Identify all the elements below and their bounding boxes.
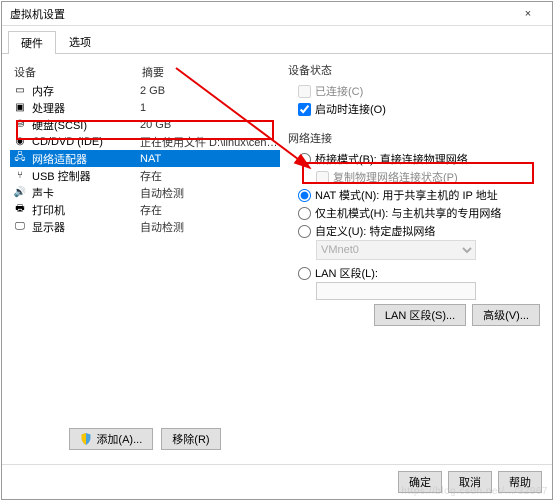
memory-icon: ▭ [12, 84, 28, 98]
device-row[interactable]: ⛁ 硬盘(SCSI)20 GB [10, 116, 280, 133]
device-list[interactable]: ▭ 内存2 GB ▣ 处理器1 ⛁ 硬盘(SCSI)20 GB ◉ CD/DVD (IDE)正… [10, 82, 280, 382]
device-label: 显示器 [32, 219, 140, 235]
close-button[interactable]: × [508, 4, 548, 24]
network-adv-buttons: LAN 区段(S)... 高级(V)... [288, 304, 544, 326]
lan-label: LAN 区段(L): [315, 265, 378, 281]
device-summary: 20 GB [140, 119, 278, 131]
device-label: CD/DVD (IDE) [32, 136, 140, 148]
nat-radio-row[interactable]: NAT 模式(N): 用于共享主机的 IP 地址 [288, 186, 544, 204]
device-label: 打印机 [32, 202, 140, 218]
add-button[interactable]: 添加(A)... [69, 428, 153, 450]
network-connection-group: 网络连接 桥接模式(B): 直接连接物理网络 复制物理网络连接状态(P) NAT… [288, 130, 544, 326]
window-title: 虚拟机设置 [10, 6, 65, 22]
lan-segment-input [316, 282, 476, 300]
display-icon: 🖵 [12, 220, 28, 234]
vmnet-select: VMnet0 [316, 240, 476, 260]
connected-checkbox-row: 已连接(C) [288, 82, 544, 100]
device-row[interactable]: ⑂ USB 控制器存在 [10, 167, 280, 184]
disk-icon: ⛁ [12, 118, 28, 132]
replicate-row: 复制物理网络连接状态(P) [306, 168, 544, 186]
connected-checkbox [298, 85, 311, 98]
printer-icon: 🖶 [12, 203, 28, 217]
bridged-radio[interactable] [298, 153, 311, 166]
connect-on-power-row[interactable]: 启动时连接(O) [288, 100, 544, 118]
tab-bar: 硬件 选项 [2, 26, 552, 54]
hostonly-radio[interactable] [298, 207, 311, 220]
device-label: 网络适配器 [32, 151, 140, 167]
lan-segment-button[interactable]: LAN 区段(S)... [374, 304, 466, 326]
replicate-label: 复制物理网络连接状态(P) [333, 169, 458, 185]
device-state-group: 设备状态 已连接(C) 启动时连接(O) [288, 62, 544, 118]
custom-radio-row[interactable]: 自定义(U): 特定虚拟网络 [288, 222, 544, 240]
connected-label: 已连接(C) [315, 83, 363, 99]
hardware-list-pane: 设备 摘要 ▭ 内存2 GB ▣ 处理器1 ⛁ 硬盘(SCSI)20 GB ◉ CD/DVD … [10, 62, 280, 456]
bridged-radio-row[interactable]: 桥接模式(B): 直接连接物理网络 [288, 150, 544, 168]
device-summary: 1 [140, 102, 278, 114]
device-summary: 自动检测 [140, 185, 278, 201]
add-button-label: 添加(A)... [96, 431, 142, 447]
replicate-checkbox [316, 171, 329, 184]
device-summary: NAT [140, 153, 278, 165]
network-icon: 🖧 [12, 152, 28, 166]
close-icon: × [525, 8, 531, 20]
column-device: 设备 [14, 64, 142, 80]
shield-icon [80, 433, 92, 445]
connect-on-power-checkbox[interactable] [298, 103, 311, 116]
sound-icon: 🔊 [12, 186, 28, 200]
cpu-icon: ▣ [12, 101, 28, 115]
tab-hardware[interactable]: 硬件 [8, 31, 56, 54]
remove-button[interactable]: 移除(R) [161, 428, 220, 450]
device-row[interactable]: 🖵 显示器自动检测 [10, 218, 280, 235]
device-label: 声卡 [32, 185, 140, 201]
advanced-button-label: 高级(V)... [483, 307, 529, 323]
settings-pane: 设备状态 已连接(C) 启动时连接(O) 网络连接 桥接模式(B): 直接连接物… [288, 62, 544, 456]
device-summary: 2 GB [140, 85, 278, 97]
dialog-body: 设备 摘要 ▭ 内存2 GB ▣ 处理器1 ⛁ 硬盘(SCSI)20 GB ◉ CD/DVD … [2, 54, 552, 464]
device-state-title: 设备状态 [288, 62, 544, 78]
device-row[interactable]: ▭ 内存2 GB [10, 82, 280, 99]
nat-radio[interactable] [298, 189, 311, 202]
device-label: USB 控制器 [32, 168, 140, 184]
device-summary: 正在使用文件 D:\linux\centos\Cent... [140, 134, 278, 150]
device-row[interactable]: 🖶 打印机存在 [10, 201, 280, 218]
connect-on-power-label: 启动时连接(O) [315, 101, 386, 117]
custom-label: 自定义(U): 特定虚拟网络 [315, 223, 435, 239]
device-label: 内存 [32, 83, 140, 99]
device-row[interactable]: ◉ CD/DVD (IDE)正在使用文件 D:\linux\centos\Cent… [10, 133, 280, 150]
device-actions: 添加(A)... 移除(R) [10, 428, 280, 456]
device-row[interactable]: 🔊 声卡自动检测 [10, 184, 280, 201]
nat-label: NAT 模式(N): 用于共享主机的 IP 地址 [315, 187, 498, 203]
vm-settings-window: 虚拟机设置 × 硬件 选项 设备 摘要 ▭ 内存2 GB ▣ 处理器1 ⛁ 硬盘(SCSI… [1, 1, 553, 500]
lan-radio[interactable] [298, 267, 311, 280]
device-summary: 存在 [140, 168, 278, 184]
device-label: 处理器 [32, 100, 140, 116]
remove-button-label: 移除(R) [172, 431, 209, 447]
hostonly-label: 仅主机模式(H): 与主机共享的专用网络 [315, 205, 501, 221]
tab-hardware-label: 硬件 [21, 38, 43, 50]
titlebar: 虚拟机设置 × [2, 2, 552, 26]
watermark: https://blog.csdn.net/.../32967 [401, 486, 548, 497]
column-summary: 摘要 [142, 64, 276, 80]
tab-options[interactable]: 选项 [56, 30, 104, 53]
lan-radio-row[interactable]: LAN 区段(L): [288, 264, 544, 282]
bridged-label: 桥接模式(B): 直接连接物理网络 [315, 151, 468, 167]
tab-options-label: 选项 [69, 37, 91, 49]
device-summary: 存在 [140, 202, 278, 218]
usb-icon: ⑂ [12, 169, 28, 183]
device-row[interactable]: ▣ 处理器1 [10, 99, 280, 116]
advanced-button[interactable]: 高级(V)... [472, 304, 540, 326]
cd-icon: ◉ [12, 135, 28, 149]
custom-radio[interactable] [298, 225, 311, 238]
lan-segment-button-label: LAN 区段(S)... [385, 307, 455, 323]
device-list-header: 设备 摘要 [10, 62, 280, 82]
network-title: 网络连接 [288, 130, 544, 146]
device-row[interactable]: 🖧 网络适配器NAT [10, 150, 280, 167]
hostonly-radio-row[interactable]: 仅主机模式(H): 与主机共享的专用网络 [288, 204, 544, 222]
device-label: 硬盘(SCSI) [32, 117, 140, 133]
device-summary: 自动检测 [140, 219, 278, 235]
